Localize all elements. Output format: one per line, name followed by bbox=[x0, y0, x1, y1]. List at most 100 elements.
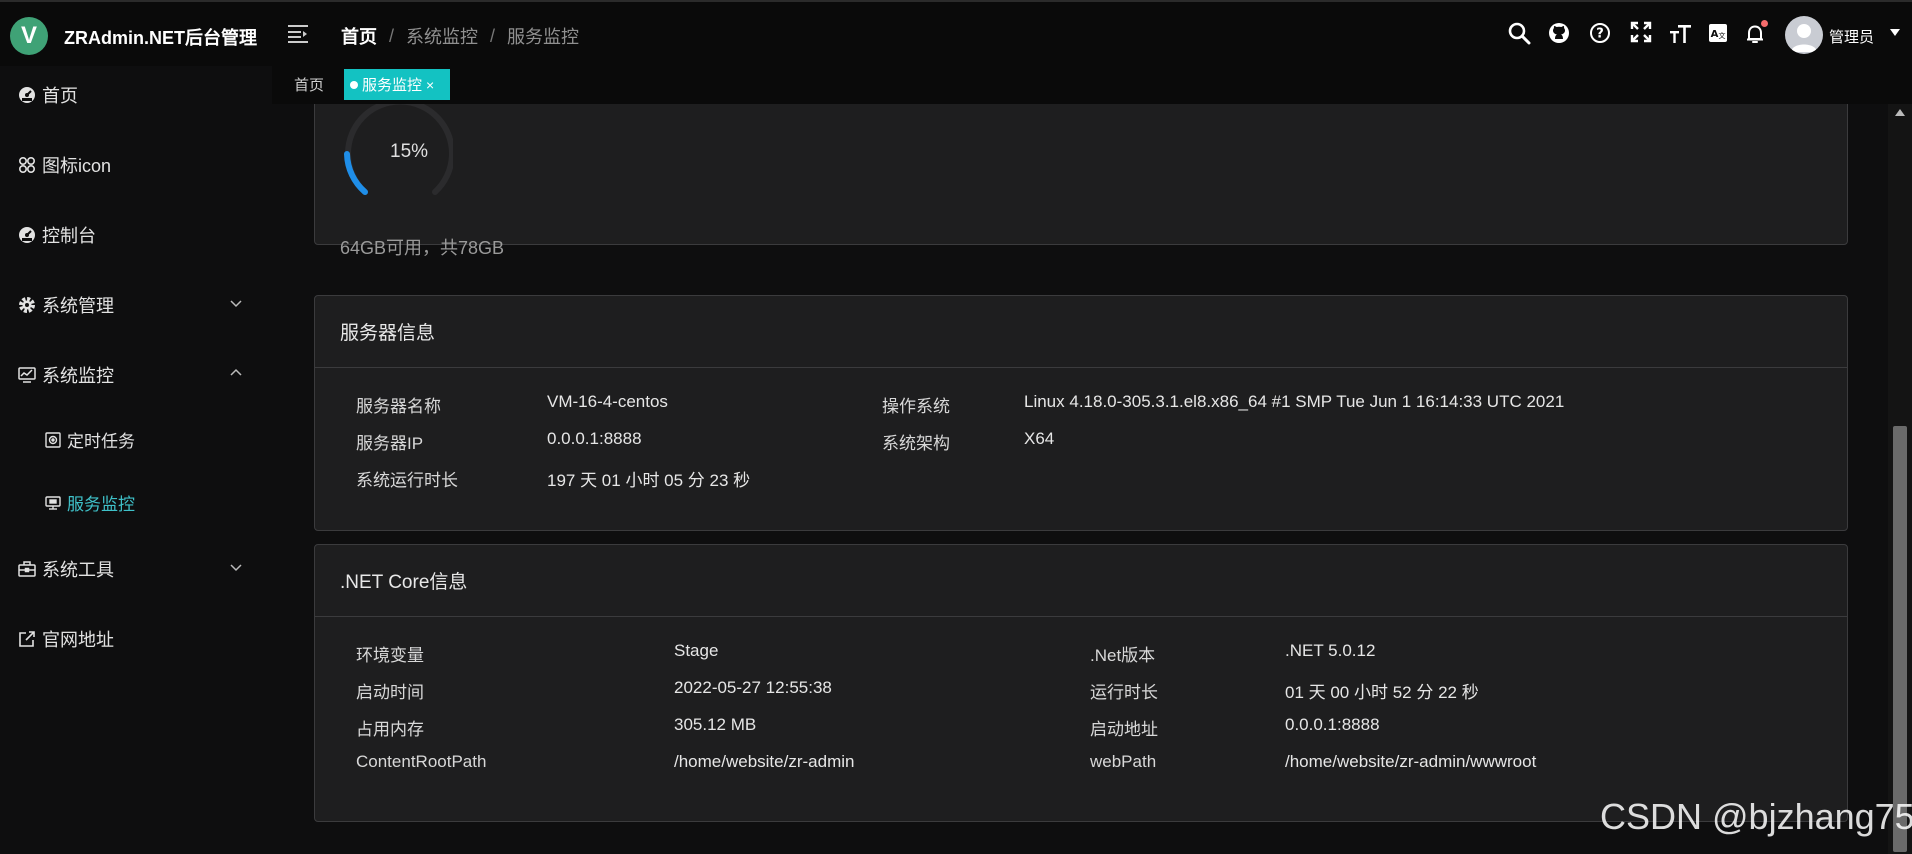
external-link-icon bbox=[18, 630, 36, 648]
tags-view: 首页 服务监控 × bbox=[272, 66, 1912, 104]
watermark: CSDN @bjzhang75 bbox=[1600, 796, 1912, 837]
sidebar-item-label: 控制台 bbox=[42, 226, 96, 246]
server-icon bbox=[45, 495, 61, 511]
arch-label: 系统架构 bbox=[882, 434, 950, 453]
content-root-label: ContentRootPath bbox=[356, 752, 487, 771]
breadcrumb-system-monitor: 系统监控 bbox=[406, 27, 479, 47]
logo[interactable]: V bbox=[10, 17, 48, 55]
chevron-up-icon[interactable] bbox=[230, 368, 242, 376]
hamburger-icon[interactable] bbox=[288, 24, 310, 44]
github-icon[interactable] bbox=[1548, 22, 1570, 44]
run-duration-value: 01 天 00 小时 52 分 22 秒 bbox=[1285, 683, 1479, 702]
gear-icon bbox=[18, 296, 36, 314]
content-root-value: /home/website/zr-admin bbox=[674, 752, 855, 771]
sidebar-item-label: 首页 bbox=[42, 86, 78, 106]
sidebar-item-home[interactable]: 首页 bbox=[18, 82, 78, 108]
sidebar-item-label: 系统监控 bbox=[42, 366, 114, 386]
tag-label: 首页 bbox=[294, 77, 325, 94]
webpath-value: /home/website/zr-admin/wwwroot bbox=[1285, 752, 1537, 771]
uptime-label: 系统运行时长 bbox=[356, 471, 458, 490]
run-duration-label: 运行时长 bbox=[1090, 683, 1158, 702]
breadcrumb-separator: / bbox=[389, 25, 395, 46]
start-time-value: 2022-05-27 12:55:38 bbox=[674, 678, 832, 697]
dotnet-info-card: .NET Core信息 环境变量 Stage .Net版本 .NET 5.0.1… bbox=[314, 544, 1848, 822]
sidebar-item-label: 定时任务 bbox=[67, 432, 135, 451]
breadcrumb: 首页 / 系统监控 / 服务监控 bbox=[341, 23, 579, 49]
caret-down-icon[interactable] bbox=[1890, 29, 1900, 37]
search-icon[interactable] bbox=[1507, 21, 1531, 45]
sidebar-item-system-management[interactable]: 系统管理 bbox=[18, 292, 114, 318]
translate-icon[interactable]: A文 bbox=[1708, 23, 1728, 43]
main-content: 15% 64GB可用，共78GB 服务器信息 服务器名称 VM-16-4-cen… bbox=[272, 104, 1888, 854]
tag-label: 服务监控 bbox=[362, 77, 423, 94]
memory-label: 占用内存 bbox=[356, 720, 424, 739]
net-version-label: .Net版本 bbox=[1090, 646, 1156, 665]
sidebar-item-label: 系统管理 bbox=[42, 296, 114, 316]
tag-service-monitor[interactable]: 服务监控 × bbox=[344, 69, 450, 100]
sidebar-item-label: 服务监控 bbox=[67, 495, 135, 514]
server-name-value: VM-16-4-centos bbox=[547, 392, 668, 411]
username[interactable]: 管理员 bbox=[1829, 26, 1874, 47]
server-name-label: 服务器名称 bbox=[356, 397, 441, 416]
card-title: .NET Core信息 bbox=[315, 545, 1847, 617]
sidebar-item-system-monitor[interactable]: 系统监控 bbox=[18, 362, 114, 388]
env-label: 环境变量 bbox=[356, 646, 424, 665]
breadcrumb-home[interactable]: 首页 bbox=[341, 23, 377, 49]
app-title[interactable]: ZRAdmin.NET后台管理 bbox=[64, 24, 257, 50]
sidebar-item-official-site[interactable]: 官网地址 bbox=[18, 626, 114, 652]
start-address-value: 0.0.0.1:8888 bbox=[1285, 715, 1380, 734]
top-navbar: V ZRAdmin.NET后台管理 首页 / 系统监控 / 服务监控 ? A文 bbox=[0, 0, 1912, 66]
svg-text:文: 文 bbox=[1719, 31, 1726, 40]
breadcrumb-separator: / bbox=[490, 25, 496, 46]
server-ip-label: 服务器IP bbox=[356, 434, 424, 453]
disk-capacity-text: 64GB可用，共78GB bbox=[340, 238, 505, 258]
sidebar-item-label: 系统工具 bbox=[42, 560, 114, 580]
start-time-label: 启动时间 bbox=[356, 683, 424, 702]
svg-text:?: ? bbox=[1596, 27, 1604, 42]
font-size-icon[interactable] bbox=[1668, 23, 1692, 45]
server-ip-value: 0.0.0.1:8888 bbox=[547, 429, 642, 448]
toolbox-icon bbox=[18, 560, 36, 578]
breadcrumb-service-monitor: 服务监控 bbox=[507, 27, 580, 47]
disk-card: 15% 64GB可用，共78GB bbox=[314, 104, 1848, 258]
logo-letter: V bbox=[20, 22, 37, 49]
avatar[interactable] bbox=[1785, 16, 1823, 54]
chevron-down-icon[interactable] bbox=[230, 300, 242, 308]
net-version-value: .NET 5.0.12 bbox=[1285, 641, 1376, 660]
memory-value: 305.12 MB bbox=[674, 715, 757, 734]
question-icon[interactable]: ? bbox=[1589, 22, 1611, 44]
sidebar-item-label: 图标icon bbox=[42, 156, 112, 176]
env-value: Stage bbox=[674, 641, 719, 660]
dashboard-icon bbox=[18, 86, 36, 104]
tag-home[interactable]: 首页 bbox=[294, 69, 324, 100]
webpath-label: webPath bbox=[1090, 752, 1157, 771]
svg-text:A: A bbox=[1711, 29, 1719, 40]
sidebar-item-label: 官网地址 bbox=[42, 630, 114, 650]
start-address-label: 启动地址 bbox=[1090, 720, 1158, 739]
arch-value: X64 bbox=[1024, 429, 1055, 448]
monitor-icon bbox=[18, 366, 36, 384]
os-value: Linux 4.18.0-305.3.1.el8.x86_64 #1 SMP T… bbox=[1024, 392, 1565, 411]
sidebar-item-service-monitor[interactable]: 服务监控 bbox=[45, 490, 135, 515]
disk-percent: 15% bbox=[390, 141, 429, 162]
dashboard-icon bbox=[18, 226, 36, 244]
grid-icon bbox=[18, 156, 36, 174]
job-icon bbox=[45, 431, 61, 448]
sidebar: 首页 图标icon 控制台 系统管理 系统监控 定时任务 服务监控 系统工具 官… bbox=[0, 66, 272, 854]
scroll-up-arrow-icon[interactable] bbox=[1895, 108, 1905, 116]
active-dot-icon bbox=[350, 80, 358, 89]
uptime-value: 197 天 01 小时 05 分 23 秒 bbox=[547, 471, 751, 490]
sidebar-item-icons[interactable]: 图标icon bbox=[18, 152, 111, 178]
server-info-card: 服务器信息 服务器名称 VM-16-4-centos 操作系统 Linux 4.… bbox=[314, 295, 1848, 531]
chevron-down-icon[interactable] bbox=[230, 564, 242, 572]
card-title: 服务器信息 bbox=[315, 296, 1847, 368]
os-label: 操作系统 bbox=[882, 397, 950, 416]
fullscreen-icon[interactable] bbox=[1630, 21, 1652, 43]
sidebar-item-scheduled-jobs[interactable]: 定时任务 bbox=[45, 427, 135, 452]
sidebar-item-system-tools[interactable]: 系统工具 bbox=[18, 556, 114, 582]
scrollbar-thumb[interactable] bbox=[1893, 426, 1907, 852]
notification-badge bbox=[1761, 20, 1768, 27]
disk-usage-gauge bbox=[335, 104, 453, 232]
close-icon[interactable]: × bbox=[426, 77, 434, 93]
sidebar-item-console[interactable]: 控制台 bbox=[18, 222, 96, 248]
